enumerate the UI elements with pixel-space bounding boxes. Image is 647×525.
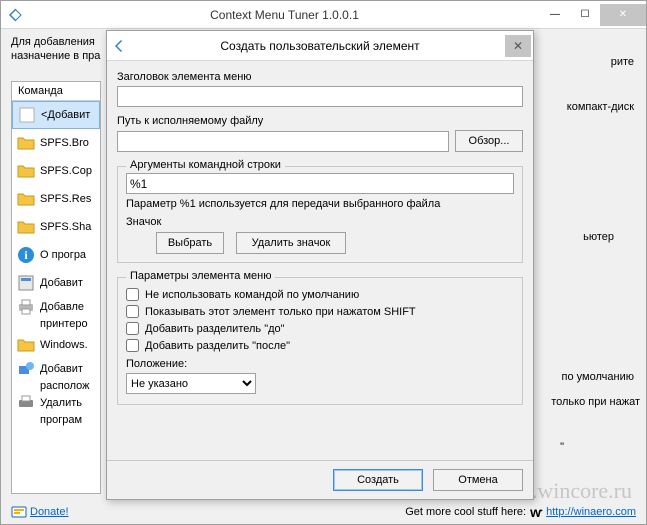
list-item[interactable]: Windows. <box>12 331 100 359</box>
bg-text-fragment: компакт-диск <box>567 101 634 113</box>
position-select[interactable]: Не указано <box>126 373 256 394</box>
dialog-titlebar: Создать пользовательский элемент ✕ <box>107 31 533 61</box>
chk-sep-before[interactable] <box>126 322 139 335</box>
list-item[interactable]: SPFS.Cop <box>12 157 100 185</box>
folder-icon <box>16 335 36 355</box>
bg-text-fragment: " <box>560 441 564 453</box>
command-list[interactable]: <Добавит SPFS.Bro SPFS.Cop SPFS.Res SPFS… <box>12 101 100 427</box>
dialog-close-button[interactable]: ✕ <box>505 35 531 57</box>
path-input[interactable] <box>117 131 449 152</box>
footer: Donate! Get more cool stuff here: ⱳ http… <box>11 504 636 520</box>
donate-icon <box>11 504 27 520</box>
window-controls: — ☐ ✕ <box>540 4 646 26</box>
folder-icon <box>16 161 36 181</box>
list-item-label: Добавит <box>40 363 83 375</box>
checkbox-row[interactable]: Не использовать командой по умолчанию <box>126 288 514 301</box>
dialog-body: Заголовок элемента меню Путь к исполняем… <box>107 61 533 411</box>
caption-label: Заголовок элемента меню <box>117 71 523 83</box>
list-item[interactable]: Добавит <box>12 269 100 297</box>
position-label: Положение: <box>126 358 514 370</box>
close-button[interactable]: ✕ <box>600 4 646 26</box>
list-item[interactable]: i О програ <box>12 241 100 269</box>
list-item-label: располож <box>40 380 89 392</box>
list-item-label: Windows. <box>40 339 88 351</box>
command-list-panel: Команда <Добавит SPFS.Bro SPFS.Cop SPFS.… <box>11 81 101 494</box>
path-label: Путь к исполняемому файлу <box>117 115 523 127</box>
list-item-label: Удалить <box>40 397 82 409</box>
folder-icon <box>16 133 36 153</box>
icon-label: Значок <box>126 216 514 228</box>
list-item[interactable]: SPFS.Res <box>12 185 100 213</box>
list-item-label: SPFS.Cop <box>40 165 92 177</box>
printer-delete-icon <box>16 393 36 413</box>
command-list-header[interactable]: Команда <box>12 82 100 101</box>
intro-line-2: назначение в пра <box>11 50 100 62</box>
app-icon <box>16 273 36 293</box>
args-group-title: Аргументы командной строки <box>126 159 285 171</box>
intro-line-1: Для добавления <box>11 36 95 48</box>
list-item-label: SPFS.Sha <box>40 221 91 233</box>
printer-icon <box>16 297 36 317</box>
list-item[interactable]: SPFS.Bro <box>12 129 100 157</box>
chk-no-default[interactable] <box>126 288 139 301</box>
folder-icon <box>16 217 36 237</box>
list-item[interactable]: располож <box>12 379 100 393</box>
list-item-label: принтеро <box>40 318 88 330</box>
chk-sep-after[interactable] <box>126 339 139 352</box>
delete-icon-button[interactable]: Удалить значок <box>236 232 346 254</box>
list-item[interactable]: принтеро <box>12 317 100 331</box>
bg-text-fragment: по умолчанию <box>562 371 634 383</box>
main-titlebar: Context Menu Tuner 1.0.0.1 — ☐ ✕ <box>1 1 646 29</box>
folder-icon <box>16 189 36 209</box>
dialog-footer: Создать Отмена <box>107 460 533 499</box>
list-item[interactable]: Добавле <box>12 297 100 317</box>
checkbox-row[interactable]: Добавить разделитель "до" <box>126 322 514 335</box>
info-icon: i <box>16 245 36 265</box>
bg-text-fragment: ьютер <box>583 231 614 243</box>
list-item-label: О програ <box>40 249 86 261</box>
create-button[interactable]: Создать <box>333 469 423 491</box>
chk-shift-only[interactable] <box>126 305 139 318</box>
pick-icon-button[interactable]: Выбрать <box>156 232 224 254</box>
list-item-label: SPFS.Bro <box>40 137 89 149</box>
dialog-title: Создать пользовательский элемент <box>135 39 505 53</box>
winaero-logo-icon: ⱳ <box>530 504 542 520</box>
app-icon <box>113 38 129 54</box>
browse-button[interactable]: Обзор... <box>455 130 523 152</box>
args-hint: Параметр %1 используется для передачи вы… <box>126 198 514 210</box>
chk-label: Добавить разделитель "до" <box>145 323 285 335</box>
bg-text-fragment: только при нажат <box>551 396 640 408</box>
donate-link[interactable]: Donate! <box>30 506 69 518</box>
checkbox-row[interactable]: Добавить разделить "после" <box>126 339 514 352</box>
chk-label: Показывать этот элемент только при нажат… <box>145 306 416 318</box>
list-item-label: Добавле <box>40 301 84 313</box>
list-item[interactable]: програм <box>12 413 100 427</box>
list-item[interactable]: <Добавит <box>12 101 100 129</box>
network-location-icon <box>16 359 36 379</box>
list-item[interactable]: SPFS.Sha <box>12 213 100 241</box>
chk-label: Не использовать командой по умолчанию <box>145 289 359 301</box>
list-item-label: програм <box>40 414 82 426</box>
caption-input[interactable] <box>117 86 523 107</box>
footer-text: Get more cool stuff here: <box>405 506 526 518</box>
cancel-button[interactable]: Отмена <box>433 469 523 491</box>
params-group-title: Параметры элемента меню <box>126 270 275 282</box>
create-item-dialog: Создать пользовательский элемент ✕ Загол… <box>106 30 534 500</box>
blank-icon <box>17 105 37 125</box>
bg-text-fragment: рите <box>611 56 634 68</box>
minimize-button[interactable]: — <box>540 4 570 26</box>
list-item[interactable]: Добавит <box>12 359 100 379</box>
maximize-button[interactable]: ☐ <box>570 4 600 26</box>
window-title: Context Menu Tuner 1.0.0.1 <box>29 8 540 22</box>
list-item[interactable]: Удалить <box>12 393 100 413</box>
checkbox-row[interactable]: Показывать этот элемент только при нажат… <box>126 305 514 318</box>
list-item-label: <Добавит <box>41 109 90 121</box>
app-icon <box>7 7 23 23</box>
list-item-label: Добавит <box>40 277 83 289</box>
args-input[interactable] <box>126 173 514 194</box>
winaero-link[interactable]: http://winaero.com <box>546 506 636 518</box>
list-item-label: SPFS.Res <box>40 193 91 205</box>
chk-label: Добавить разделить "после" <box>145 340 290 352</box>
